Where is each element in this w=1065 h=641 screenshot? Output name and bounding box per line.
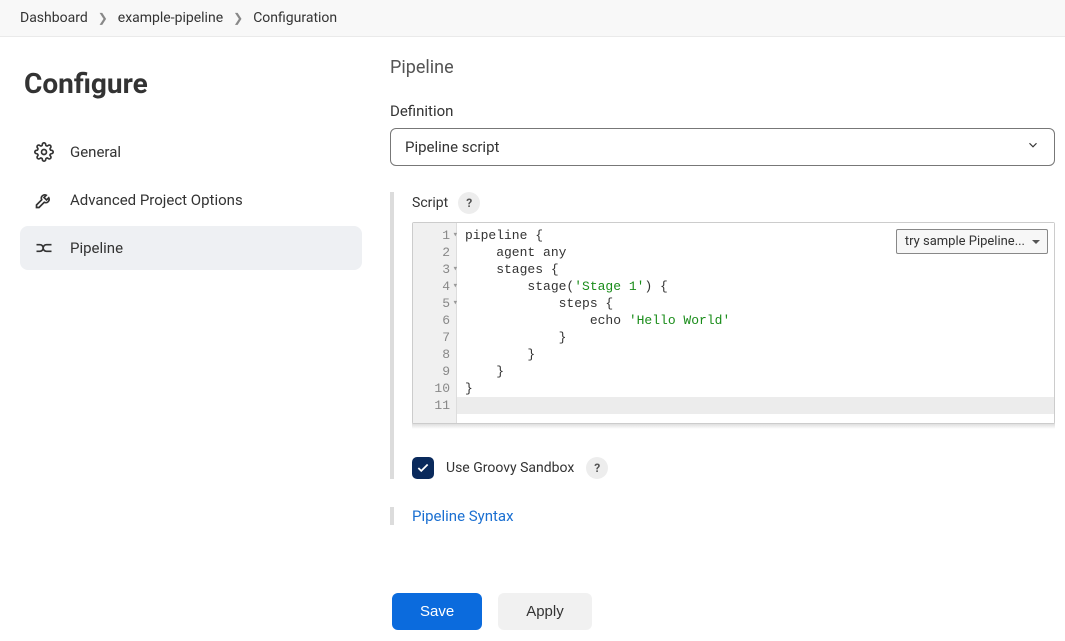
- gear-icon: [34, 142, 54, 162]
- pipeline-syntax-link[interactable]: Pipeline Syntax: [390, 507, 1055, 525]
- definition-label: Definition: [390, 102, 1055, 120]
- sidebar-item-general[interactable]: General: [20, 130, 362, 174]
- sidebar-item-label: General: [70, 143, 121, 161]
- sandbox-label: Use Groovy Sandbox: [446, 460, 574, 476]
- sidebar: Configure General Advanced Project Optio…: [0, 37, 370, 576]
- wrench-icon: [34, 190, 54, 210]
- breadcrumb-item-dashboard[interactable]: Dashboard: [20, 10, 88, 26]
- chevron-down-icon: [1026, 138, 1040, 156]
- section-title: Pipeline: [390, 57, 1055, 78]
- script-label: Script: [412, 195, 448, 211]
- definition-select[interactable]: Pipeline script: [390, 128, 1055, 166]
- help-icon[interactable]: ?: [458, 192, 480, 214]
- main-content: Pipeline Definition Pipeline script Scri…: [370, 37, 1065, 576]
- sidebar-item-label: Pipeline: [70, 239, 123, 257]
- editor-gutter: 1▾23▾4▾5▾67891011: [413, 223, 457, 423]
- sidebar-item-advanced[interactable]: Advanced Project Options: [20, 178, 362, 222]
- breadcrumb-item-pipeline[interactable]: example-pipeline: [118, 10, 223, 26]
- sandbox-checkbox[interactable]: [412, 457, 434, 479]
- apply-button[interactable]: Apply: [498, 593, 592, 630]
- script-editor[interactable]: try sample Pipeline... 1▾23▾4▾5▾67891011…: [412, 222, 1055, 424]
- breadcrumb-item-configuration[interactable]: Configuration: [253, 10, 337, 26]
- save-button[interactable]: Save: [392, 593, 482, 630]
- chevron-right-icon: ❯: [233, 11, 243, 25]
- breadcrumb: Dashboard ❯ example-pipeline ❯ Configura…: [0, 0, 1065, 37]
- footer: Save Apply: [0, 581, 1065, 641]
- sidebar-item-pipeline[interactable]: Pipeline: [20, 226, 362, 270]
- help-icon[interactable]: ?: [586, 457, 608, 479]
- editor-code[interactable]: pipeline { agent any stages { stage('Sta…: [457, 223, 1054, 423]
- page-title: Configure: [24, 67, 362, 100]
- pipeline-icon: [34, 238, 54, 258]
- sidebar-item-label: Advanced Project Options: [70, 191, 243, 209]
- chevron-right-icon: ❯: [98, 11, 108, 25]
- definition-value: Pipeline script: [405, 138, 499, 156]
